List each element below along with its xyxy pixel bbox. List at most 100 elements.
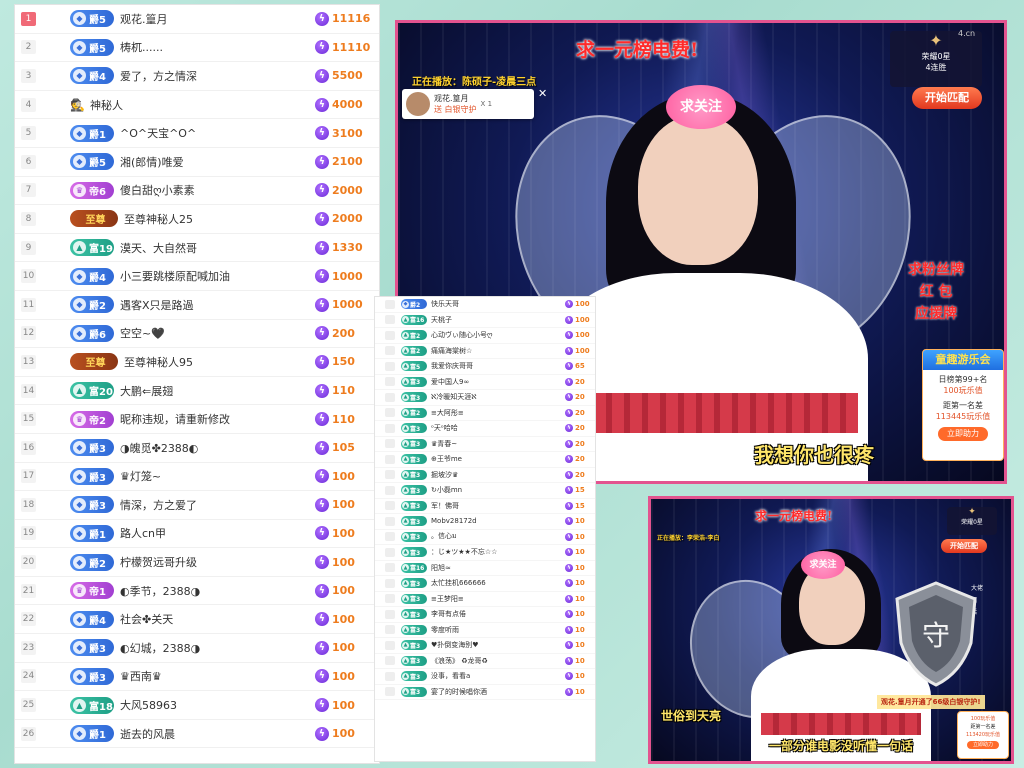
leaderboard-row[interactable]: ▲ 富3 ♛青春~ ϟ 20 xyxy=(375,437,595,452)
lightning-bolt-icon: ϟ xyxy=(315,612,329,627)
leaderboard-row[interactable]: 23 ◆ 爵3 ◐幻城，2388◑ ϟ 100 xyxy=(15,634,379,663)
leaderboard-row[interactable]: 17 ◆ 爵3 ♛灯笼~ ϟ 100 xyxy=(15,463,379,492)
leaderboard-row[interactable]: ▲ 富3 ≡王梦阳≡ ϟ 10 xyxy=(375,592,595,607)
leaderboard-row[interactable]: ▲ 富3 ：じ★ツ★★不忘☆☆ ϟ 10 xyxy=(375,545,595,561)
follow-tag: 求关注 xyxy=(666,85,736,129)
leaderboard-row[interactable]: ▲ 富2 ≡大阿彤≡ ϟ 20 xyxy=(375,406,595,421)
leaderboard-row[interactable]: 3 ◆ 爵4 爱了，方之情深 ϟ 5500 xyxy=(15,62,379,91)
leaderboard-row[interactable]: 14 ▲ 富20 大鹏⇐展翅 ϟ 110 xyxy=(15,377,379,406)
boost-button[interactable]: 立即助力 xyxy=(967,741,999,749)
user-name: 大鹏⇐展翅 xyxy=(120,384,174,398)
badge-icon: ◆ xyxy=(73,727,86,741)
level-badge: ▲ 富2 xyxy=(401,330,427,341)
badge-icon: ◆ xyxy=(73,641,86,655)
user-name: 爱中国人9∞ xyxy=(431,377,470,386)
level-badge: ▲ 富3 xyxy=(401,454,427,465)
badge-icon: ◆ xyxy=(73,69,86,83)
leaderboard-row[interactable]: 12 ◆ 爵6 空空~🖤 ϟ 200 xyxy=(15,320,379,349)
leaderboard-row[interactable]: 7 ♛ 帝6 傻白甜ღ小素素 ϟ 2000 xyxy=(15,177,379,206)
level-badge: ◆ 爵5 xyxy=(70,153,114,171)
leaderboard-row[interactable]: 6 ◆ 爵5 湘(郎情)唯爱 ϟ 2100 xyxy=(15,148,379,177)
leaderboard-row[interactable]: ◆ 爵2 快乐天哥 ϟ 100 xyxy=(375,297,595,313)
leaderboard-row[interactable]: ▲ 富3 ᵒ天ᵒ哈哈 ϟ 20 xyxy=(375,421,595,437)
leaderboard-row[interactable]: ▲ 富3 军！佛哥 ϟ 15 xyxy=(375,499,595,514)
leaderboard-row[interactable]: ▲ 富3 Mobv28172d ϟ 10 xyxy=(375,514,595,530)
start-match-button[interactable]: 开始匹配 xyxy=(941,539,987,553)
boost-button[interactable]: 立即助力 xyxy=(938,427,988,441)
user-name: 情深，方之爱了 xyxy=(120,498,197,512)
level-badge: ▲ 富19 xyxy=(70,239,114,257)
leaderboard-row[interactable]: ▲ 富16 阳旭≈ ϟ 10 xyxy=(375,561,595,576)
leaderboard-row[interactable]: ▲ 富3 。信心ม ϟ 10 xyxy=(375,530,595,545)
leaderboard-row[interactable]: 26 ◆ 爵1 逝去的风晨 ϟ 100 xyxy=(15,720,379,749)
score-value: 100 xyxy=(332,612,355,626)
lightning-bolt-icon: ϟ xyxy=(315,354,329,369)
leaderboard-row[interactable]: 18 ◆ 爵3 情深，方之爱了 ϟ 100 xyxy=(15,491,379,520)
score: ϟ 100 xyxy=(315,555,379,570)
score-value: 110 xyxy=(332,412,355,426)
lightning-bolt-icon: ϟ xyxy=(565,656,573,665)
leaderboard-row[interactable]: ▲ 富3 宴了的时候唱你酒 ϟ 10 xyxy=(375,685,595,700)
leaderboard-row[interactable]: 13 至尊 至尊神秘人95 ϟ 150 xyxy=(15,348,379,377)
badge-icon: ◆ xyxy=(73,469,86,483)
leaderboard-row[interactable]: 21 ♛ 帝1 ◐季节，2388◑ ϟ 100 xyxy=(15,577,379,606)
level-badge: ▲ 富16 xyxy=(401,314,427,325)
badge-label: 富3 xyxy=(410,689,421,697)
user-name: ◐季节，2388◑ xyxy=(120,584,201,598)
score: ϟ 150 xyxy=(315,354,379,369)
leaderboard-row[interactable]: 1 ◆ 爵5 观花.篁月 ϟ 11116 xyxy=(15,5,379,34)
badge-icon: ◆ xyxy=(73,498,86,512)
score-value: 110 xyxy=(332,384,355,398)
rank-number: 21 xyxy=(21,583,36,598)
leaderboard-row[interactable]: ▲ 富3 ℵ冷暖知天涯ℵ ϟ 20 xyxy=(375,390,595,406)
leaderboard-row[interactable]: 11 ◆ 爵2 遇客Ⅹ只是路過 ϟ 1000 xyxy=(15,291,379,320)
corner-tag: 4.cn xyxy=(958,29,976,38)
level-badge: ▲ 富3 xyxy=(401,438,427,449)
leaderboard-row[interactable]: ▲ 富3 ↻小磊mn ϟ 15 xyxy=(375,483,595,499)
gift-count: X 1 xyxy=(480,100,493,108)
leaderboard-row[interactable]: 25 ▲ 富18 大风58963 ϟ 100 xyxy=(15,691,379,720)
score: ϟ 1000 xyxy=(315,297,379,312)
leaderboard-row[interactable]: ▲ 富3 ⊕王爷me ϟ 20 xyxy=(375,452,595,468)
badge-label: 富3 xyxy=(410,596,421,604)
leaderboard-row[interactable]: 20 ◆ 爵2 柠檬贺远哥升级 ϟ 100 xyxy=(15,548,379,577)
leaderboard-row[interactable]: 15 ♛ 帝2 昵称违规，请重新修改 ϟ 110 xyxy=(15,405,379,434)
stream-caption-left: 世俗到天亮 xyxy=(661,709,722,723)
leaderboard-row[interactable]: ▲ 富3 李哥有点倦 ϟ 10 xyxy=(375,607,595,623)
level-badge: ▲ 富3 xyxy=(401,640,427,651)
lightning-bolt-icon: ϟ xyxy=(315,154,329,169)
badge-label: 富3 xyxy=(410,394,421,402)
leaderboard-row[interactable]: ▲ 富3 爱中国人9∞ ϟ 20 xyxy=(375,375,595,390)
leaderboard-row[interactable]: 19 ◆ 爵1 路人cn甲 ϟ 100 xyxy=(15,520,379,549)
leaderboard-row[interactable]: 2 ◆ 爵5 梼杌...... ϟ 11110 xyxy=(15,34,379,63)
leaderboard-row[interactable]: ▲ 富3 ♥扑倒变海别♥ ϟ 10 xyxy=(375,638,595,654)
leaderboard-row[interactable]: 22 ◆ 爵4 社会✤关天 ϟ 100 xyxy=(15,605,379,635)
level-badge: ♛ 帝1 xyxy=(70,582,114,600)
leaderboard-row[interactable]: ▲ 富2 心动ヴぃ随心小号ღ ϟ 100 xyxy=(375,328,595,344)
leaderboard-row[interactable]: ▲ 富3 没事，看看a ϟ 10 xyxy=(375,669,595,685)
start-match-button[interactable]: 开始匹配 xyxy=(912,87,982,109)
user-name: 军！佛哥 xyxy=(431,501,459,510)
badge-icon: ▲ xyxy=(402,316,409,324)
leaderboard-row[interactable]: 8 至尊 至尊神秘人25 ϟ 2000 xyxy=(15,205,379,234)
leaderboard-row[interactable]: ▲ 富3 掘坡汐♛ ϟ 20 xyxy=(375,468,595,483)
leaderboard-row[interactable]: 4 🕵 神秘人 ϟ 4000 xyxy=(15,91,379,120)
leaderboard-row[interactable]: 24 ◆ 爵3 ♛西南♛ ϟ 100 xyxy=(15,663,379,692)
leaderboard-row[interactable]: ▲ 富16 天桃子 ϟ 100 xyxy=(375,313,595,328)
leaderboard-row[interactable]: ▲ 富2 痛痛海棠树☆ ϟ 100 xyxy=(375,344,595,359)
leaderboard-row[interactable]: 5 ◆ 爵1 ^O^天宝^O^ ϟ 3100 xyxy=(15,119,379,148)
leaderboard-row[interactable]: 16 ◆ 爵3 ◑魄觅✤2388◐ ϟ 105 xyxy=(15,434,379,463)
close-icon[interactable]: ✕ xyxy=(538,87,547,100)
leaderboard-row[interactable]: ▲ 富3 零度听雨 ϟ 10 xyxy=(375,623,595,638)
leaderboard-row[interactable]: 10 ◆ 爵4 小三要跳楼原配喊加油 ϟ 1000 xyxy=(15,262,379,291)
badge-label: 爵5 xyxy=(89,43,106,55)
leaderboard-row[interactable]: ▲ 富3 《浪荡》 ♻龙哥♻ ϟ 10 xyxy=(375,654,595,669)
leaderboard-row[interactable]: ▲ 富5 我爱你庆哥哥 ϟ 65 xyxy=(375,359,595,375)
badge-icon: ▲ xyxy=(402,471,409,479)
mini-card-line-3: 113420玩乐值 xyxy=(965,732,1001,738)
leaderboard-row[interactable]: ▲ 富3 太忙挂机666666 ϟ 10 xyxy=(375,576,595,592)
score-value: 10 xyxy=(575,517,585,526)
side-line-3: 应援牌 xyxy=(915,306,957,322)
leaderboard-row[interactable]: 9 ▲ 富19 漠天、大自然哥 ϟ 1330 xyxy=(15,234,379,263)
live-stream-secondary[interactable]: 求一元榜电费! 正在播放：李荣浩-李白 ✦ 荣耀0星 开始匹配 大佬 团 活 守… xyxy=(648,496,1014,764)
